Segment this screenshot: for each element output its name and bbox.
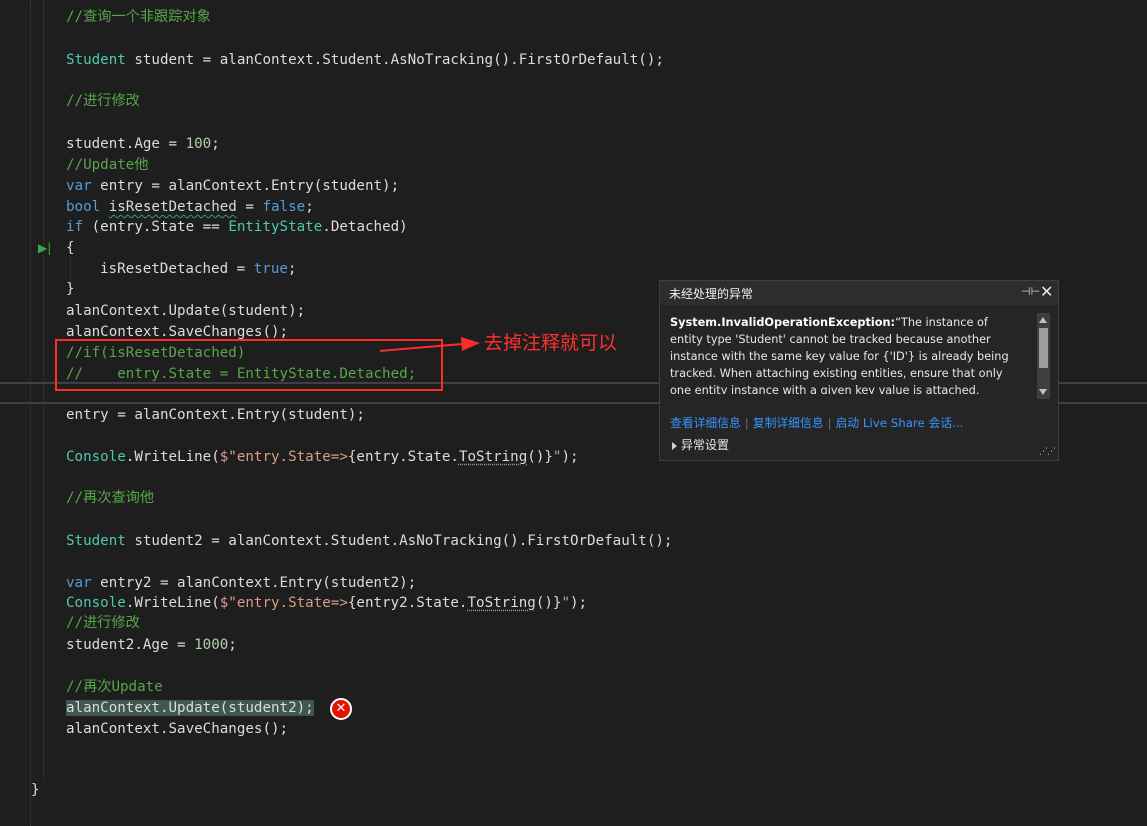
pin-icon[interactable]: ⊣⊢ [1021,285,1040,298]
exception-popup-header: 未经处理的异常 ⊣⊢ ✕ [660,281,1058,305]
link-divider: | [827,416,832,430]
live-share-link[interactable]: 启动 Live Share 会话... [836,416,964,430]
resize-grip-icon[interactable]: ⋰⋰ [1039,447,1056,457]
annotation-text: 去掉注释就可以 [484,332,618,354]
scroll-up-icon[interactable] [1039,317,1047,323]
exception-settings-toggle[interactable]: 异常设置 [672,436,729,453]
exception-popup-title: 未经处理的异常 [669,287,754,301]
close-icon[interactable]: ✕ [1040,282,1053,301]
copy-details-link[interactable]: 复制详细信息 [753,416,824,430]
exception-message: System.InvalidOperationException:“The in… [670,314,1018,394]
exception-links: 查看详细信息 | 复制详细信息 | 启动 Live Share 会话... [670,414,963,431]
view-details-link[interactable]: 查看详细信息 [670,416,741,430]
exception-type: System.InvalidOperationException: [670,316,896,329]
scroll-down-icon[interactable] [1039,389,1047,395]
popup-scrollbar[interactable] [1037,313,1050,399]
exception-popup: 未经处理的异常 ⊣⊢ ✕ System.InvalidOperationExce… [659,280,1059,461]
exception-settings-label: 异常设置 [681,438,730,452]
expand-triangle-icon [672,441,677,450]
error-icon[interactable]: ✕ [330,698,352,720]
scroll-thumb[interactable] [1039,328,1048,368]
link-divider: | [744,416,749,430]
